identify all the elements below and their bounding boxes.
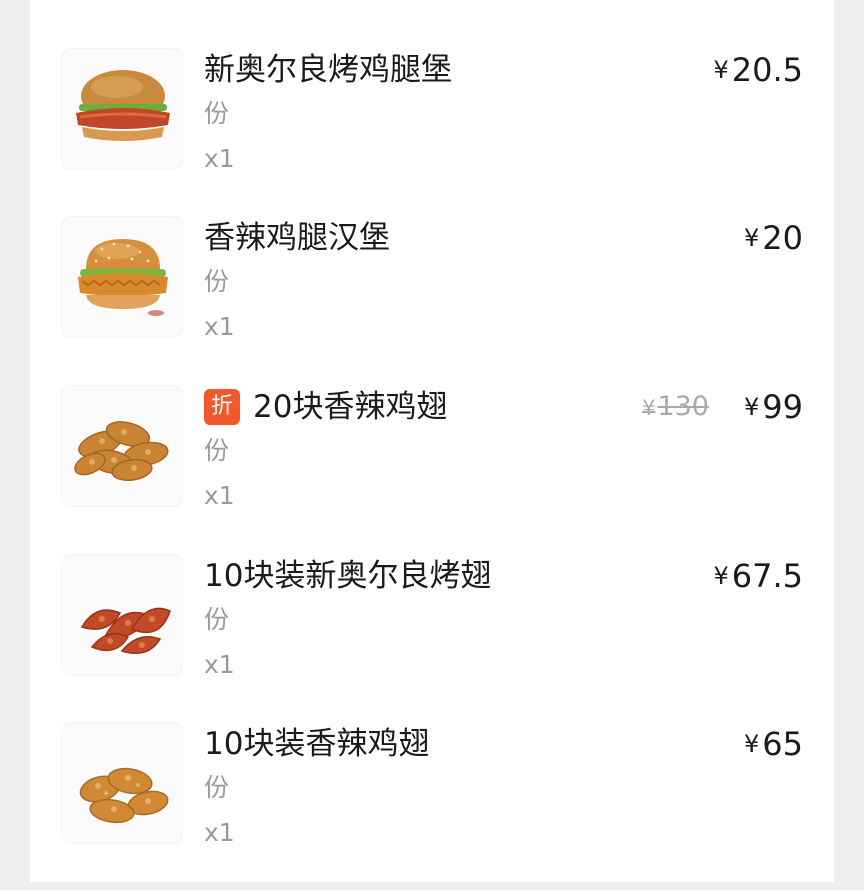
item-price: ¥20.5: [713, 48, 803, 92]
item-name: 10块装新奥尔良烤翅: [204, 558, 492, 594]
list-item[interactable]: 折 20块香辣鸡翅 份 x1 ¥130 ¥99: [30, 385, 834, 553]
item-unit: 份: [204, 773, 230, 802]
item-price: ¥65: [744, 722, 803, 766]
item-name: 10块装香辣鸡翅: [204, 726, 430, 762]
item-quantity: x1: [204, 312, 235, 341]
item-name: 20块香辣鸡翅: [253, 389, 448, 425]
burger-orleans-image: [76, 70, 170, 141]
item-unit: 份: [204, 605, 230, 634]
discount-badge: 折: [204, 389, 240, 425]
burger-image[interactable]: [61, 48, 183, 170]
list-item[interactable]: 10块装香辣鸡翅 份 x1 ¥65: [30, 722, 834, 890]
roasted-wings-image: [80, 607, 171, 654]
spicy-wings-image: [74, 421, 169, 482]
item-quantity: x1: [204, 481, 235, 510]
price-value: 20: [762, 219, 803, 257]
item-quantity: x1: [204, 650, 235, 679]
price-value: 99: [762, 388, 803, 426]
item-quantity: x1: [204, 144, 235, 173]
item-name: 香辣鸡腿汉堡: [204, 220, 390, 256]
spicy-wings-image: [79, 767, 169, 824]
item-unit: 份: [204, 99, 230, 128]
currency-symbol: ¥: [744, 224, 760, 252]
price-value: 67.5: [731, 557, 803, 595]
wings-image[interactable]: [61, 385, 183, 507]
currency-symbol: ¥: [744, 730, 760, 758]
list-item[interactable]: 香辣鸡腿汉堡 份 x1 ¥20: [30, 216, 834, 384]
currency-symbol: ¥: [713, 562, 729, 590]
burger-spicy-image: [78, 239, 168, 316]
currency-symbol: ¥: [713, 56, 729, 84]
price-value: 20.5: [731, 51, 803, 89]
wings-image[interactable]: [61, 722, 183, 844]
item-quantity: x1: [204, 818, 235, 847]
wings-image[interactable]: [61, 554, 183, 676]
original-price: ¥130: [642, 385, 709, 429]
currency-symbol: ¥: [642, 396, 656, 420]
list-item[interactable]: 新奥尔良烤鸡腿堡 份 x1 ¥20.5: [30, 48, 834, 216]
list-item[interactable]: 10块装新奥尔良烤翅 份 x1 ¥67.5: [30, 554, 834, 722]
currency-symbol: ¥: [744, 393, 760, 421]
item-price: ¥99: [744, 385, 803, 429]
burger-image[interactable]: [61, 216, 183, 338]
original-price-value: 130: [657, 391, 709, 422]
item-unit: 份: [204, 436, 230, 465]
item-name: 新奥尔良烤鸡腿堡: [204, 52, 452, 88]
item-unit: 份: [204, 267, 230, 296]
item-price: ¥20: [744, 216, 803, 260]
item-price: ¥67.5: [713, 554, 803, 598]
price-value: 65: [762, 725, 803, 763]
order-items-card: 新奥尔良烤鸡腿堡 份 x1 ¥20.5 香辣鸡腿汉堡 份 x1 ¥20 折 20…: [30, 0, 834, 882]
